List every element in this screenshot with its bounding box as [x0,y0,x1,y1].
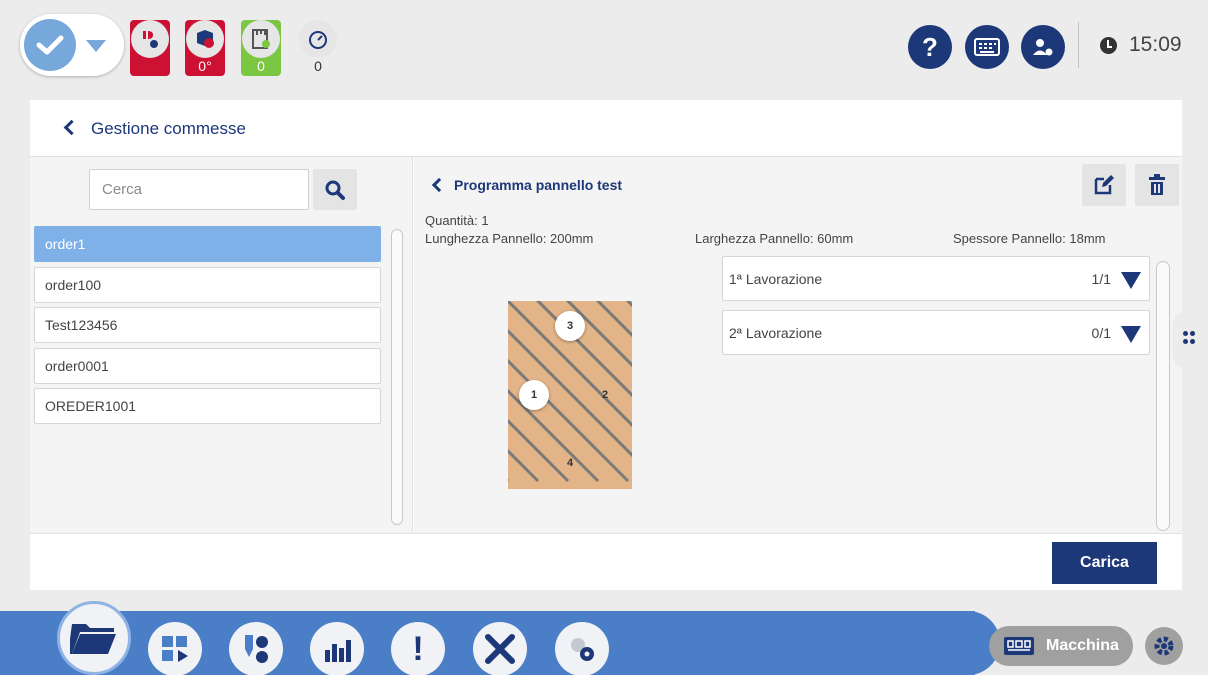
order-list: order1 order100 Test123456 order0001 ORE… [34,226,381,429]
grid-play-icon [162,636,188,662]
nav-settings-button[interactable] [555,622,609,675]
load-button[interactable]: Carica [1052,542,1157,584]
grid-dots-icon [1190,339,1195,344]
panel-marker: 1 [519,380,549,410]
user-settings-icon [1033,39,1053,56]
lavorazione-row[interactable]: 2ª Lavorazione 0/1 [722,310,1150,355]
program-title: Programma pannello test [454,177,623,193]
nav-programs-button[interactable] [148,622,202,675]
status-speed-value: 0 [314,58,322,74]
search-icon [325,180,345,200]
panel-marker: 2 [602,389,609,401]
panel-marker: 3 [555,311,585,341]
thickness-text: Spessore Pannello: 18mm [953,231,1106,246]
caret-down-icon[interactable] [1121,272,1141,289]
keyboard-icon [974,38,1000,56]
program-back-icon[interactable] [431,177,447,193]
width-text: Larghezza Pannello: 60mm [695,231,854,246]
grid-dots-icon [1190,331,1195,336]
caret-down-icon[interactable] [1121,326,1141,343]
orders-card: Gestione commesse order1 order100 Test12… [30,100,1182,590]
length-text: Lunghezza Pannello: 200mm [425,231,594,246]
clock-icon [1100,37,1117,54]
search-input[interactable] [89,169,309,210]
bottom-nav-bar: ! Macchina [0,601,1208,675]
chevron-down-icon [86,40,106,52]
program-panel: Programma pannello test Quantità: 1 Lung… [414,157,1182,533]
grid-dots-icon [1183,339,1188,344]
machine-status-selector[interactable] [20,14,124,76]
card-header: Gestione commesse [30,100,1182,157]
help-button[interactable]: ? [908,25,952,69]
search-button[interactable] [313,169,357,210]
status-spindle[interactable]: 0° [185,20,225,76]
spindle-icon [186,20,224,58]
status-spindle-value: 0° [198,58,212,74]
panel-marker: 4 [567,457,574,469]
quantity-text: Quantità: 1 [425,213,489,228]
lavorazione-name: 2ª Lavorazione [729,325,823,341]
edit-icon [1094,175,1114,195]
tool-icon [131,20,169,58]
keyboard-button[interactable] [965,25,1009,69]
lavorazione-name: 1ª Lavorazione [729,271,823,287]
alert-icon: ! [412,629,424,668]
drill-tools-icon [245,635,268,663]
user-button[interactable] [1021,25,1065,69]
lavorazione-count: 0/1 [1091,325,1111,341]
nav-tools-button[interactable] [229,622,283,675]
order-list-scrollbar[interactable] [391,229,403,525]
card-footer: Carica [30,533,1182,590]
lavorazione-count: 1/1 [1091,271,1111,287]
settings-gear-icon [1154,636,1174,656]
nav-statistics-button[interactable] [310,622,364,675]
gear-icon [571,638,594,661]
folder-icon [70,624,116,654]
status-ruler[interactable]: 0 [241,20,281,76]
clock-time: 15:09 [1129,33,1182,56]
status-check-icon [24,19,76,71]
lavorazione-row[interactable]: 1ª Lavorazione 1/1 [722,256,1150,301]
delete-button[interactable] [1135,164,1179,206]
nav-maintenance-button[interactable] [473,622,527,675]
orders-panel: order1 order100 Test123456 order0001 ORE… [30,157,413,533]
nav-orders-button[interactable] [57,601,131,675]
status-tool[interactable] [130,20,170,76]
gauge-icon [299,20,337,58]
side-drawer-handle[interactable] [1172,310,1208,370]
top-divider [1078,22,1079,68]
trash-icon [1149,174,1165,195]
top-bar: 0° 0 0 ? 15:09 [0,0,1208,92]
nav-alarms-button[interactable]: ! [391,622,445,675]
order-item[interactable]: Test123456 [34,307,381,343]
status-speed[interactable]: 0 [298,20,338,76]
machine-button[interactable]: Macchina [989,626,1133,666]
back-icon[interactable] [63,119,80,136]
wrench-screwdriver-icon [485,634,515,664]
status-ruler-value: 0 [257,58,265,74]
machine-label: Macchina [1046,637,1119,654]
question-icon: ? [922,31,938,62]
chart-icon [325,640,351,662]
order-item[interactable]: order1 [34,226,381,262]
page-title: Gestione commesse [91,119,246,138]
machine-icon [1004,637,1034,655]
order-item[interactable]: order0001 [34,347,381,384]
order-item[interactable]: OREDER1001 [34,388,381,424]
quick-settings-button[interactable] [1145,627,1183,665]
edit-button[interactable] [1082,164,1126,206]
lavorazioni-scrollbar[interactable] [1156,261,1170,531]
grid-dots-icon [1183,331,1188,336]
ruler-icon [242,20,280,58]
order-item[interactable]: order100 [34,266,381,303]
panel-preview: 3 1 2 4 [508,301,632,489]
